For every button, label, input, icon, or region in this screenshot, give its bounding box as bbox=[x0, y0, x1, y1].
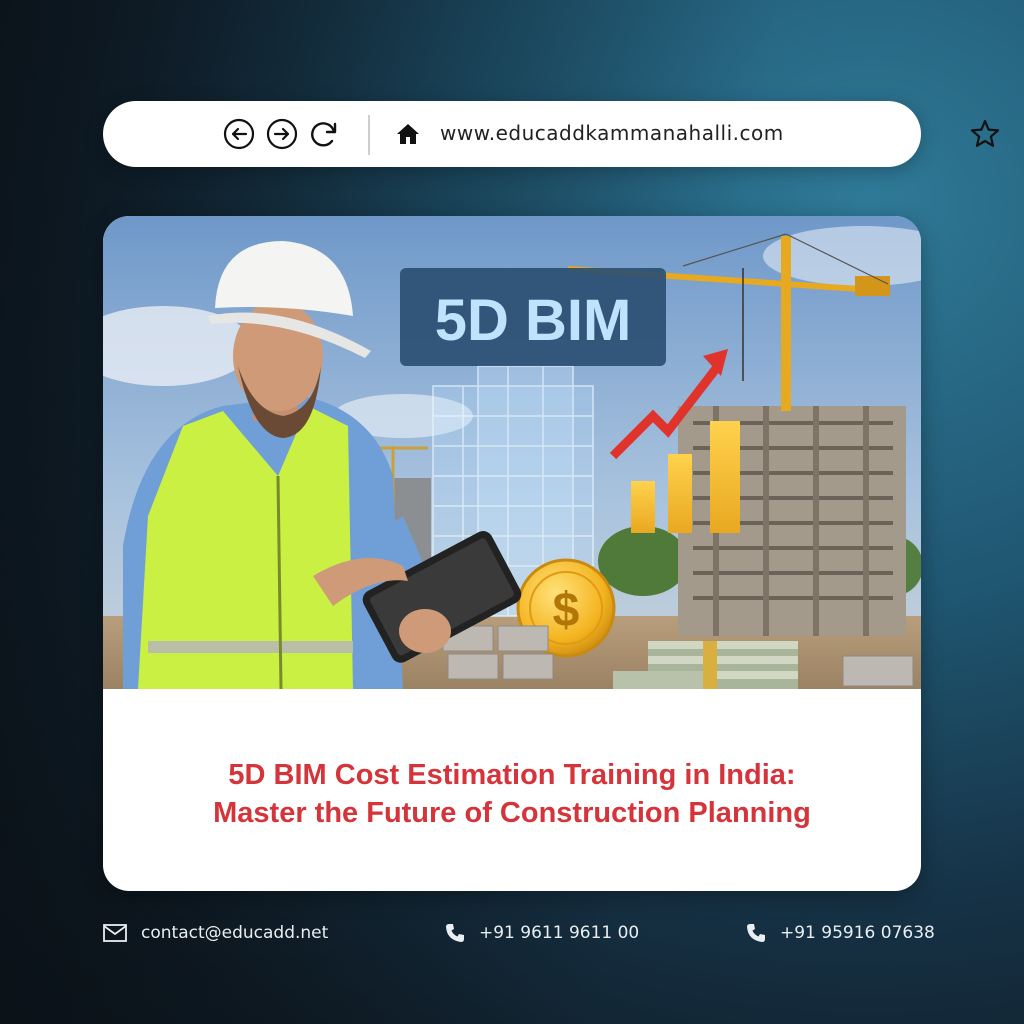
headline: 5D BIM Cost Estimation Training in India… bbox=[103, 756, 921, 832]
browser-address-bar: www.educaddkammanahalli.com bbox=[103, 101, 1000, 167]
headline-line-1: 5D BIM Cost Estimation Training in India… bbox=[228, 759, 796, 791]
url-text[interactable]: www.educaddkammanahalli.com bbox=[440, 121, 784, 145]
footer-email[interactable]: contact@educadd.net bbox=[103, 920, 328, 946]
hero-illustration: 5D BIM $ bbox=[103, 216, 921, 689]
bar-divider bbox=[368, 115, 370, 155]
phone-icon bbox=[446, 924, 464, 942]
star-icon[interactable] bbox=[969, 118, 1001, 150]
phone-icon bbox=[747, 924, 765, 942]
footer-phone-2[interactable]: +91 95916 07638 bbox=[746, 920, 935, 946]
home-icon[interactable] bbox=[395, 121, 421, 147]
email-text: contact@educadd.net bbox=[141, 923, 329, 943]
phone-2-text: +91 95916 07638 bbox=[780, 923, 935, 943]
mail-icon bbox=[103, 924, 127, 942]
svg-text:$: $ bbox=[553, 584, 580, 637]
arrow-right-circle-icon[interactable] bbox=[266, 118, 298, 150]
phone-1-text: +91 9611 9611 00 bbox=[479, 923, 640, 943]
footer-phone-1[interactable]: +91 9611 9611 00 bbox=[445, 920, 639, 946]
reload-icon[interactable] bbox=[308, 118, 340, 150]
badge-text: 5D BIM bbox=[435, 288, 632, 353]
arrow-left-circle-icon[interactable] bbox=[223, 118, 255, 150]
headline-line-2: Master the Future of Construction Planni… bbox=[213, 797, 811, 829]
content-card: 5D BIM $ 5D BIM Cost Estimation Training… bbox=[103, 216, 921, 891]
